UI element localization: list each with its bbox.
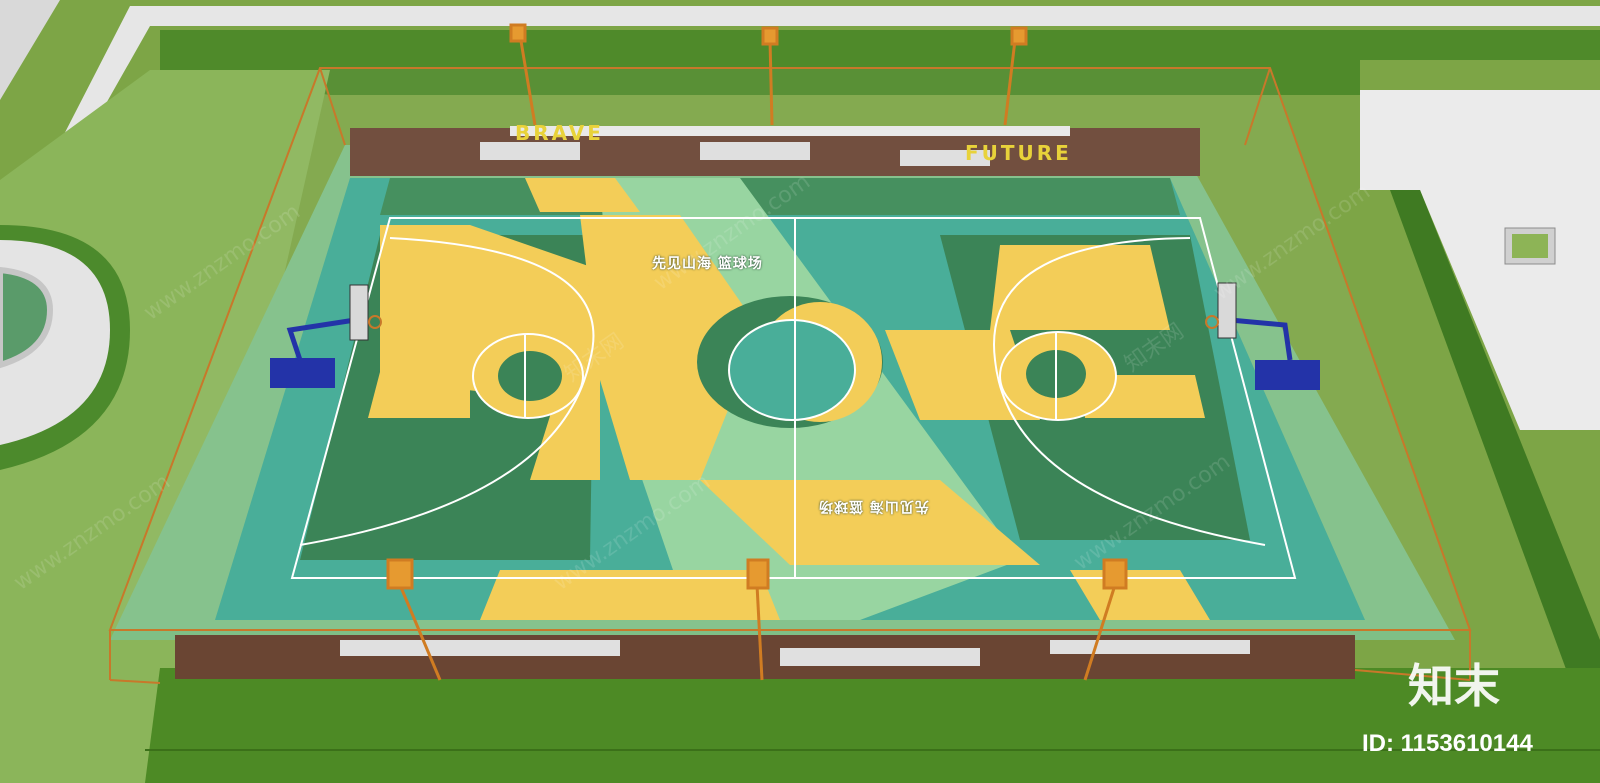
brand-logo: 知末	[1408, 659, 1500, 713]
bleachers-bottom	[175, 635, 1355, 679]
hedge-bottom	[145, 668, 1600, 783]
image-id-label: ID: 1153610144	[1362, 730, 1533, 757]
basketball-court-render: BRAVE FUTURE	[0, 0, 1600, 783]
bench-sign-brave: BRAVE	[515, 121, 604, 145]
court-name-label-flipped: 先见山海 篮球场	[818, 498, 929, 514]
bench-sign-future: FUTURE	[965, 141, 1072, 165]
court-name-label: 先见山海 篮球场	[652, 256, 763, 272]
plaza-planter-grass	[1512, 234, 1548, 258]
